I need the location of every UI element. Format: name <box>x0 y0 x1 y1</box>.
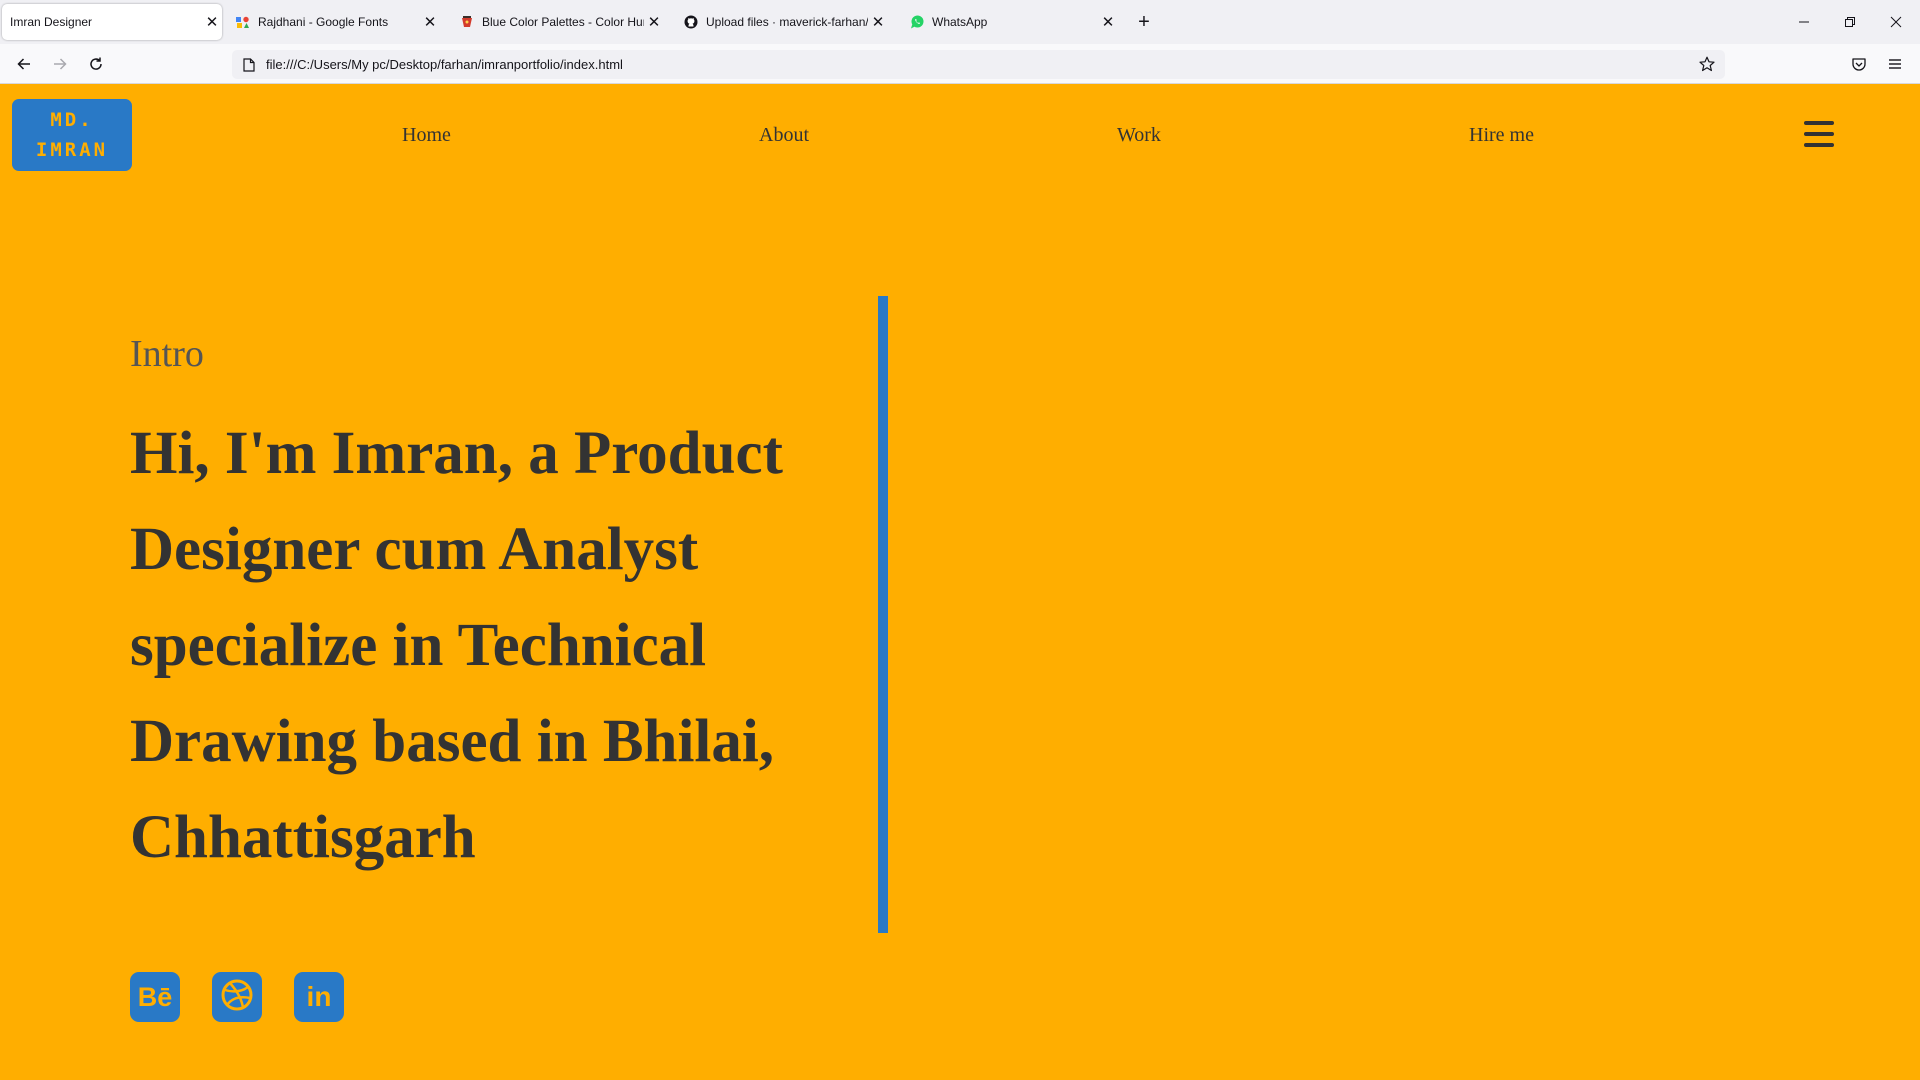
dribbble-icon <box>220 978 254 1017</box>
google-fonts-icon <box>236 15 250 29</box>
back-arrow-icon[interactable] <box>11 51 37 77</box>
nav-link-hire-me[interactable]: Hire me <box>1469 124 1534 147</box>
tab-whatsapp[interactable]: WhatsApp ✕ <box>910 4 1118 40</box>
close-tab-icon[interactable]: ✕ <box>644 12 664 32</box>
logo-line-1: MD. <box>50 109 94 131</box>
portfolio-page: MD. IMRAN Home About Work Hire me Intro … <box>0 84 1920 1080</box>
nav-link-about[interactable]: About <box>759 124 809 147</box>
tab-title: Upload files · maverick-farhan/p <box>706 15 868 29</box>
reload-icon[interactable] <box>83 51 109 77</box>
minimize-icon[interactable] <box>1790 8 1818 36</box>
tab-title: Imran Designer <box>10 15 93 29</box>
whatsapp-icon <box>910 15 924 29</box>
tab-title: WhatsApp <box>932 15 988 29</box>
tab-title: Rajdhani - Google Fonts <box>258 15 389 29</box>
logo-line-2: IMRAN <box>35 139 109 161</box>
url-text[interactable]: file:///C:/Users/My pc/Desktop/farhan/im… <box>266 57 623 72</box>
nav-link-work[interactable]: Work <box>1117 124 1161 147</box>
close-window-icon[interactable] <box>1882 8 1910 36</box>
pocket-icon[interactable] <box>1846 51 1872 77</box>
site-logo[interactable]: MD. IMRAN <box>12 99 132 171</box>
nav-link-home[interactable]: Home <box>402 124 451 147</box>
linkedin-icon: in <box>306 981 332 1012</box>
intro-label: Intro <box>130 333 204 375</box>
hero-headline: Hi, I'm Imran, a Product Designer cum An… <box>130 420 783 871</box>
vertical-divider <box>878 296 888 933</box>
navigation-toolbar: file:///C:/Users/My pc/Desktop/farhan/im… <box>0 44 1920 84</box>
address-bar[interactable]: file:///C:/Users/My pc/Desktop/farhan/im… <box>232 50 1725 79</box>
close-tab-icon[interactable]: ✕ <box>202 12 222 32</box>
tab-google-fonts[interactable]: Rajdhani - Google Fonts ✕ <box>236 4 440 40</box>
linkedin-link[interactable]: in <box>294 972 344 1022</box>
close-tab-icon[interactable]: ✕ <box>868 12 888 32</box>
app-menu-icon[interactable] <box>1882 51 1908 77</box>
new-tab-button[interactable]: + <box>1132 10 1156 34</box>
tab-imran-designer[interactable]: Imran Designer ✕ <box>2 4 222 40</box>
tab-color-hunt[interactable]: Blue Color Palettes - Color Hunt ✕ <box>460 4 664 40</box>
github-icon <box>684 15 698 29</box>
behance-link[interactable]: Bē <box>130 972 180 1022</box>
close-tab-icon[interactable]: ✕ <box>420 12 440 32</box>
close-tab-icon[interactable]: ✕ <box>1098 12 1118 32</box>
tab-title: Blue Color Palettes - Color Hunt <box>482 15 644 29</box>
restore-icon[interactable] <box>1836 8 1864 36</box>
tab-github-upload[interactable]: Upload files · maverick-farhan/p ✕ <box>684 4 888 40</box>
hamburger-menu-icon[interactable] <box>1804 121 1834 147</box>
tab-strip: Imran Designer ✕ Rajdhani - Google Fonts… <box>0 0 1920 44</box>
page-icon <box>241 57 257 73</box>
bookmark-star-icon[interactable] <box>1697 54 1717 74</box>
dribbble-link[interactable] <box>212 972 262 1022</box>
forward-arrow-icon[interactable] <box>47 51 73 77</box>
behance-icon: Bē <box>137 981 173 1012</box>
color-hunt-icon <box>460 15 474 29</box>
